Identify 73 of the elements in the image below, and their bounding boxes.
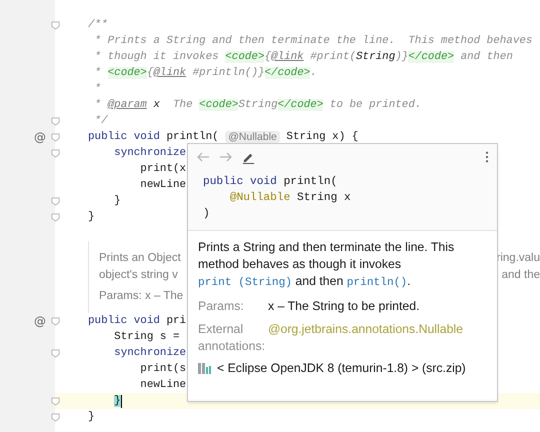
code-text: newLine <box>140 179 186 191</box>
library-source-text: < Eclipse OpenJDK 8 (temurin-1.8) > (src.zip) <box>217 361 466 375</box>
comment-text: String <box>238 99 278 111</box>
back-arrow-icon[interactable] <box>196 152 210 162</box>
identifier: x <box>153 99 160 111</box>
comment-text: #print( <box>310 51 356 63</box>
javadoc-tag: @link <box>153 67 186 79</box>
code-text: pri <box>166 315 186 327</box>
rendered-doc-text: Prints an Object <box>99 252 181 264</box>
more-options-icon[interactable] <box>485 151 489 163</box>
javadoc-tag: @link <box>271 51 304 63</box>
rendered-doc-text: Params: x – The <box>99 290 184 302</box>
code-text: } <box>88 411 95 423</box>
comment-text: to be printed. <box>330 99 422 111</box>
identifier: String <box>356 51 396 63</box>
brace: } <box>114 395 121 407</box>
comment-text: { <box>264 51 272 63</box>
code-text: print(x <box>140 163 186 175</box>
code-text: print(s <box>140 363 186 375</box>
comment-text: */ <box>94 115 108 127</box>
annotation: @Nullable <box>230 192 290 204</box>
code-tag: </code> <box>278 99 324 111</box>
comment-text: * <box>94 67 102 79</box>
comment-text: * <box>94 99 102 111</box>
keyword: public void <box>88 315 161 327</box>
code-text: String x <box>297 192 351 204</box>
code-tag: </code> <box>264 67 310 79</box>
code-tag: <code> <box>225 51 264 63</box>
method-link[interactable]: print (String) <box>198 277 292 289</box>
comment-text: #println()} <box>192 67 265 79</box>
description-text: Prints a String and then terminate the line. This method behaves as though it invokes print (String) and then println(). <box>198 239 456 291</box>
code-text: println( <box>284 176 338 188</box>
comment-text: * <box>94 83 102 95</box>
inlay-hint: @Nullable <box>225 131 280 143</box>
param-label: External annotations: <box>198 321 266 355</box>
code-text: newLine <box>140 379 186 391</box>
keyword: public void <box>88 131 161 143</box>
forward-arrow-icon[interactable] <box>219 152 233 162</box>
comment-text: * Prints a String and then terminate the line. This method behaves <box>94 35 532 47</box>
keyword: synchronize <box>114 147 186 159</box>
method-link[interactable]: println() <box>346 277 408 289</box>
param-value: @org.jetbrains.annotations.Nullable <box>268 321 464 338</box>
keyword: synchronize <box>114 347 186 359</box>
rendered-doc-text: object's string v <box>99 268 178 280</box>
library-icon <box>198 362 212 374</box>
fold-icon[interactable] <box>50 316 60 326</box>
comment-text: { <box>146 67 154 79</box>
override-marker[interactable]: @ <box>34 130 46 144</box>
comment-text: and then <box>460 51 513 63</box>
javadoc-tag: @param <box>108 99 147 111</box>
code-text: String x) { <box>286 131 358 143</box>
code-text: ) <box>203 208 210 220</box>
code-tag: <code> <box>108 67 147 79</box>
code-text: println( <box>166 131 220 143</box>
comment-text: /** <box>88 19 108 31</box>
code-text: } <box>88 211 95 223</box>
comment-text: . <box>310 67 317 79</box>
code-text: } <box>114 195 121 207</box>
fold-icon[interactable] <box>50 348 60 358</box>
comment-text: * though it invokes <box>94 51 220 63</box>
code-tag: </code> <box>408 51 454 63</box>
comment-text: )} <box>395 51 408 63</box>
code-text: String s = <box>114 331 180 343</box>
keyword: public void <box>203 176 278 188</box>
rendered-doc-text: and the <box>502 268 540 280</box>
rendered-doc-text: ring.valu <box>496 252 540 264</box>
code-tag: <code> <box>199 99 238 111</box>
param-label: Params: <box>198 298 245 315</box>
text-caret <box>120 394 122 408</box>
override-marker[interactable]: @ <box>34 314 46 328</box>
comment-text: The <box>173 99 194 111</box>
param-value: x – The String to be printed. <box>268 298 420 315</box>
fold-icon[interactable] <box>50 20 60 30</box>
